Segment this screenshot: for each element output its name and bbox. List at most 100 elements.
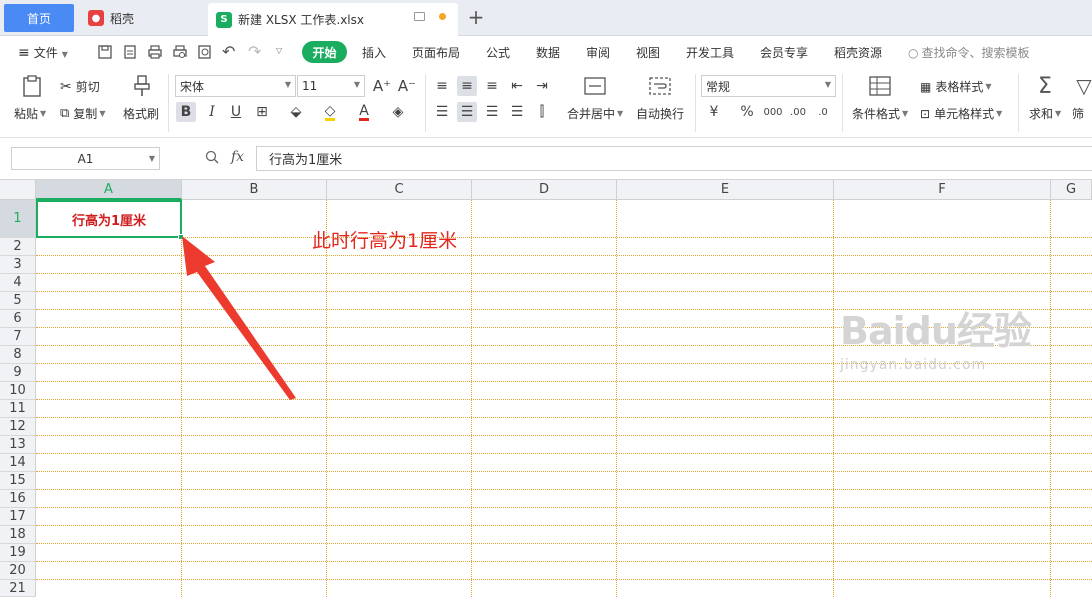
- row-header-14[interactable]: 14: [0, 454, 36, 472]
- fill-handle[interactable]: [178, 234, 184, 240]
- tab-home[interactable]: 首页: [4, 4, 74, 32]
- sum-button[interactable]: 求和 ▼: [1029, 105, 1061, 122]
- underline-icon[interactable]: U: [226, 102, 246, 122]
- merge-center-button[interactable]: 合并居中 ▼: [567, 105, 623, 122]
- row-header-16[interactable]: 16: [0, 490, 36, 508]
- column-header-e[interactable]: E: [617, 180, 834, 200]
- font-color-icon[interactable]: A: [354, 102, 374, 122]
- menu-tab-formulas[interactable]: 公式: [486, 44, 510, 61]
- row-header-11[interactable]: 11: [0, 400, 36, 418]
- menu-tab-review[interactable]: 审阅: [586, 44, 610, 61]
- zoom-icon[interactable]: [205, 150, 219, 164]
- row-header-12[interactable]: 12: [0, 418, 36, 436]
- align-top-icon[interactable]: ≡: [432, 76, 452, 96]
- row-header-21[interactable]: 21: [0, 580, 36, 597]
- wrap-text-button[interactable]: 自动换行: [636, 105, 684, 122]
- menu-tab-data[interactable]: 数据: [536, 44, 560, 61]
- decrease-decimal-icon[interactable]: .0: [813, 102, 833, 122]
- menu-tab-developer[interactable]: 开发工具: [686, 44, 734, 61]
- align-middle-icon[interactable]: ≡: [457, 76, 477, 96]
- cell-style-button[interactable]: ⊡ 单元格样式 ▼: [920, 105, 1002, 122]
- select-all-corner[interactable]: [0, 180, 36, 200]
- formula-input[interactable]: 行高为1厘米: [256, 146, 1092, 171]
- decrease-font-icon[interactable]: A⁻: [397, 76, 417, 96]
- tab-daoke[interactable]: ● 稻壳: [80, 4, 200, 32]
- tab-current-file[interactable]: S 新建 XLSX 工作表.xlsx: [208, 3, 458, 36]
- increase-indent-icon[interactable]: ⇥: [532, 76, 552, 96]
- font-size-select[interactable]: 11 ▼: [297, 75, 365, 97]
- command-search[interactable]: ○ 查找命令、搜索模板: [908, 44, 1030, 61]
- clear-format-icon[interactable]: ◈: [388, 102, 408, 122]
- column-header-f[interactable]: F: [834, 180, 1051, 200]
- save-icon[interactable]: [97, 44, 113, 60]
- bold-icon[interactable]: B: [176, 102, 196, 122]
- conditional-format-icon[interactable]: [868, 75, 892, 99]
- menu-tab-daoke-resources[interactable]: 稻壳资源: [834, 44, 882, 61]
- column-header-g[interactable]: G: [1051, 180, 1092, 200]
- row-header-4[interactable]: 4: [0, 274, 36, 292]
- currency-icon[interactable]: ¥: [704, 102, 724, 122]
- decrease-indent-icon[interactable]: ⇤: [507, 76, 527, 96]
- row-header-9[interactable]: 9: [0, 364, 36, 382]
- name-box[interactable]: A1 ▼: [11, 147, 160, 170]
- file-menu-button[interactable]: ≡ 文件 ▼: [18, 44, 68, 61]
- new-tab-plus-icon[interactable]: +: [466, 6, 486, 28]
- align-center-icon[interactable]: ☰: [457, 102, 477, 122]
- align-left-icon[interactable]: ☰: [432, 102, 452, 122]
- monitor-icon[interactable]: [414, 12, 425, 21]
- increase-decimal-icon[interactable]: .00: [788, 102, 808, 122]
- increase-font-icon[interactable]: A⁺: [372, 76, 392, 96]
- worksheet-grid[interactable]: A B C D E F G 1 2 3 4 5 6 7 8 9 10 11 12 13 14 15 16 17 18 19 20 21…: [0, 180, 1092, 597]
- align-right-icon[interactable]: ☰: [482, 102, 502, 122]
- row-header-7[interactable]: 7: [0, 328, 36, 346]
- row-header-1[interactable]: 1: [0, 200, 36, 238]
- format-painter-icon[interactable]: [130, 74, 154, 98]
- align-bottom-icon[interactable]: ≡: [482, 76, 502, 96]
- column-header-b[interactable]: B: [182, 180, 327, 200]
- undo-icon[interactable]: ↶: [222, 42, 235, 61]
- print-preview-icon[interactable]: [172, 44, 188, 60]
- column-header-a[interactable]: A: [36, 180, 182, 200]
- menu-tab-start[interactable]: 开始: [302, 41, 347, 63]
- number-format-select[interactable]: 常规 ▼: [701, 75, 836, 97]
- paste-icon[interactable]: [20, 74, 44, 98]
- distributed-align-icon[interactable]: ⫿: [532, 102, 552, 122]
- row-header-17[interactable]: 17: [0, 508, 36, 526]
- fill-pattern-icon[interactable]: ⬙: [286, 102, 306, 122]
- borders-icon[interactable]: ⊞: [252, 102, 272, 122]
- row-header-19[interactable]: 19: [0, 544, 36, 562]
- merge-center-icon[interactable]: [583, 75, 607, 99]
- format-painter-button[interactable]: 格式刷: [123, 105, 159, 122]
- thousands-separator-icon[interactable]: 000: [763, 102, 783, 122]
- menu-tab-view[interactable]: 视图: [636, 44, 660, 61]
- wrap-text-icon[interactable]: [648, 75, 672, 99]
- insert-function-fx-icon[interactable]: fx: [231, 149, 244, 165]
- cut-button[interactable]: ✂ 剪切: [60, 78, 100, 95]
- row-header-13[interactable]: 13: [0, 436, 36, 454]
- sum-icon[interactable]: Σ: [1033, 74, 1057, 99]
- export-pdf-icon[interactable]: [122, 44, 138, 60]
- italic-icon[interactable]: I: [202, 102, 222, 122]
- column-header-c[interactable]: C: [327, 180, 472, 200]
- menu-tab-insert[interactable]: 插入: [362, 44, 386, 61]
- filter-icon[interactable]: ▽: [1072, 74, 1092, 98]
- table-style-button[interactable]: ▦ 表格样式 ▼: [920, 78, 992, 95]
- row-header-8[interactable]: 8: [0, 346, 36, 364]
- fill-color-icon[interactable]: ◇: [320, 102, 340, 122]
- row-header-3[interactable]: 3: [0, 256, 36, 274]
- row-header-6[interactable]: 6: [0, 310, 36, 328]
- column-header-d[interactable]: D: [472, 180, 617, 200]
- menu-tab-member[interactable]: 会员专享: [760, 44, 808, 61]
- row-header-2[interactable]: 2: [0, 238, 36, 256]
- conditional-format-button[interactable]: 条件格式 ▼: [852, 105, 908, 122]
- menu-tab-page-layout[interactable]: 页面布局: [412, 44, 460, 61]
- percent-icon[interactable]: %: [737, 102, 757, 122]
- row-header-5[interactable]: 5: [0, 292, 36, 310]
- print-icon[interactable]: [147, 44, 163, 60]
- qat-more-chevron-icon[interactable]: ▽: [276, 46, 282, 55]
- copy-button[interactable]: ⧉ 复制 ▼: [60, 105, 105, 122]
- row-header-18[interactable]: 18: [0, 526, 36, 544]
- row-header-15[interactable]: 15: [0, 472, 36, 490]
- cell-a1[interactable]: 行高为1厘米: [36, 200, 182, 238]
- font-name-select[interactable]: 宋体 ▼: [175, 75, 296, 97]
